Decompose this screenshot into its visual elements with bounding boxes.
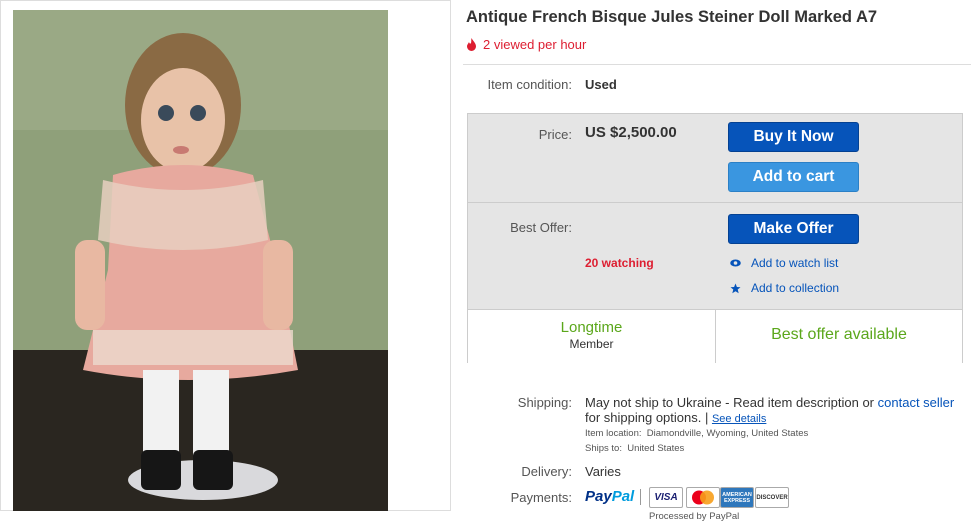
ships-to-label: Ships to: (585, 443, 622, 454)
delivery-value: Varies (585, 464, 621, 479)
shipping-text-part1: May not ship to Ukraine - Read item desc… (585, 395, 878, 410)
best-offer-available: Best offer available (771, 326, 907, 343)
member-text: Member (569, 337, 614, 351)
paypal-logo-pal: Pal (611, 488, 635, 505)
amex-card-icon: AMERICAN EXPRESS (720, 487, 754, 508)
product-image[interactable] (13, 10, 388, 511)
mastercard-icon (686, 487, 720, 508)
ships-to-value: United States (627, 443, 685, 454)
visa-card-icon: VISA (649, 487, 683, 508)
buy-box: Longtime Member Best offer available (467, 113, 963, 363)
eye-icon (730, 259, 741, 267)
buy-box-divider (468, 202, 962, 203)
add-to-watch-list-link[interactable]: Add to watch list (730, 256, 838, 270)
longtime-member-badge: Longtime Member (468, 319, 715, 351)
paypal-logo: PayPal (585, 488, 634, 505)
add-to-cart-button[interactable]: Add to cart (728, 162, 859, 192)
watch-list-label[interactable]: Add to watch list (751, 256, 838, 270)
listing-title: Antique French Bisque Jules Steiner Doll… (466, 8, 878, 26)
condition-label: Item condition: (487, 77, 572, 92)
discover-card-icon: DISCOVER (755, 487, 789, 508)
price-label: Price: (538, 127, 572, 142)
price-value: US $2,500.00 (585, 124, 677, 141)
divider (463, 64, 971, 65)
shipping-label: Shipping: (517, 395, 572, 410)
views-indicator: 2 viewed per hour (466, 37, 586, 52)
see-details-link[interactable]: See details (712, 413, 766, 425)
add-to-collection-link[interactable]: Add to collection (730, 281, 839, 295)
collection-label[interactable]: Add to collection (751, 281, 839, 295)
processed-by-paypal: Processed by PayPal (649, 511, 740, 522)
payments-label: Payments: (510, 490, 572, 505)
item-location-value: Diamondville, Wyoming, United States (646, 428, 809, 439)
paypal-separator (640, 489, 641, 505)
item-location-label: Item location: (585, 428, 642, 439)
buy-it-now-button[interactable]: Buy It Now (728, 122, 859, 152)
shipping-text-part2: for shipping options. | (585, 410, 712, 425)
delivery-label: Delivery: (521, 464, 572, 479)
product-image-frame[interactable] (0, 0, 451, 511)
paypal-logo-pay: Pay (585, 488, 612, 505)
seller-info-row: Longtime Member Best offer available (468, 309, 962, 363)
flame-icon (467, 38, 476, 51)
item-location: Item location: Diamondville, Wyoming, Un… (585, 428, 808, 439)
shipping-text: May not ship to Ukraine - Read item desc… (585, 395, 965, 427)
star-icon (730, 283, 741, 293)
best-offer-label: Best Offer: (510, 220, 572, 235)
condition-value: Used (585, 77, 617, 92)
longtime-text: Longtime (560, 319, 623, 336)
ships-to: Ships to: United States (585, 443, 684, 454)
views-text: 2 viewed per hour (483, 37, 587, 52)
make-offer-button[interactable]: Make Offer (728, 214, 859, 244)
contact-seller-link[interactable]: contact seller (878, 395, 955, 410)
watching-count: 20 watching (585, 256, 654, 270)
